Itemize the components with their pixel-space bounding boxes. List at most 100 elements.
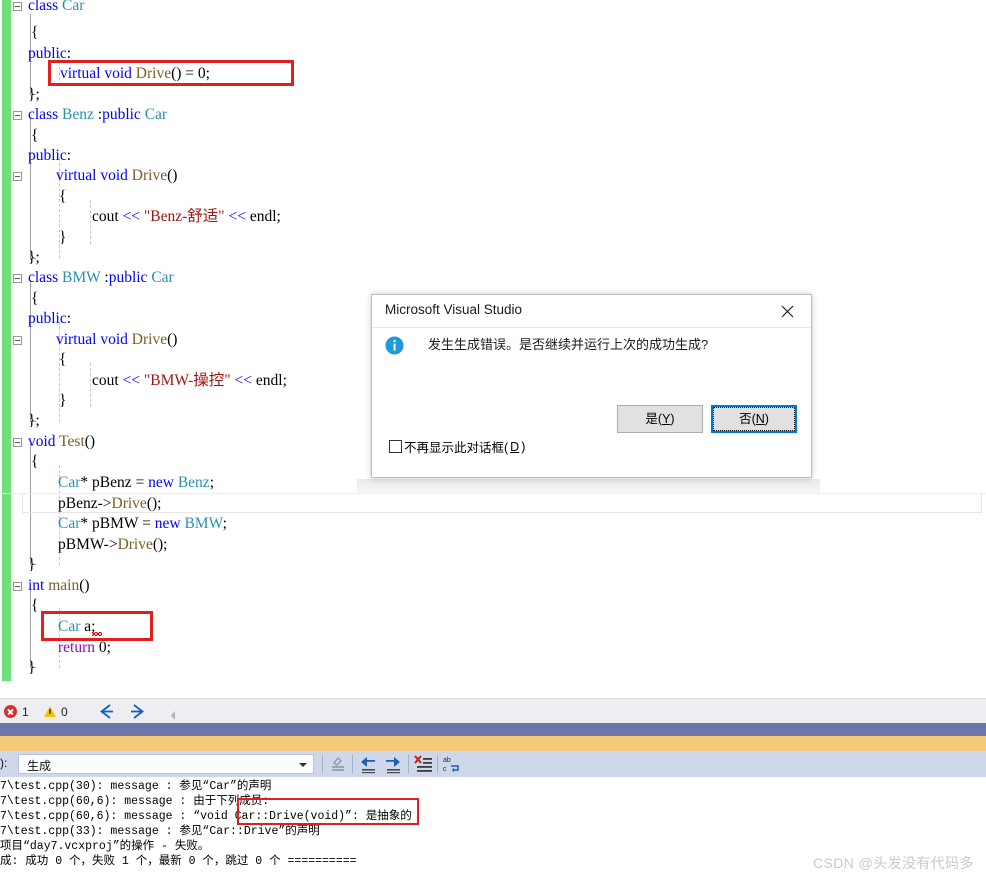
code-token: { [31,24,39,41]
code-token: class [28,106,63,123]
dialog-title-bar: Microsoft Visual Studio [372,295,811,328]
code-token: ; [276,208,281,225]
code-line: public: [0,309,71,329]
code-line: } [0,228,66,248]
code-token: pBMW [58,536,104,553]
code-line: }; [0,248,40,268]
code-token: : [66,147,72,164]
code-token: void [28,433,60,450]
code-token: new [148,474,178,491]
code-token: }; [28,412,40,429]
error-list-bar[interactable]: 1 0 [0,698,986,724]
code-line: virtual void Drive() [0,166,177,186]
code-line: Car* pBenz = new Benz; [0,473,214,493]
code-token: Test [59,433,85,450]
output-toolbar[interactable]: ): 生成 ab c [0,751,986,777]
close-icon[interactable] [771,298,805,324]
code-line: } [0,391,66,411]
no-button[interactable]: 否(N) [711,405,797,433]
output-line: 7\test.cpp(60,6): message : 由于下列成员: [0,795,270,808]
checkbox-label-key: D [510,439,520,454]
output-line: 成: 成功 0 个，失败 1 个，最新 0 个，跳过 0 个 =========… [0,855,357,868]
error-count-item[interactable]: 1 [4,699,29,724]
visual-studio-dialog[interactable]: Microsoft Visual Studio 发生生成错误。是否继续并运行上次… [371,294,812,478]
code-token: "BMW-操控" [143,372,231,389]
code-token: () [84,433,96,450]
code-token: class [28,269,63,286]
checkbox-label-tail: ) [521,439,526,454]
code-token: { [31,127,39,144]
code-line: cout << "BMW-操控" << endl; [0,371,287,391]
output-line: 项目“day7.vcxproj”的操作 - 失败。 [0,840,210,853]
code-token: Drive [131,167,168,184]
yes-button[interactable]: 是(Y) [617,405,703,433]
code-token: : [66,310,72,327]
code-token: << [230,372,256,389]
code-token: ; [209,474,214,491]
collapse-toggle-icon[interactable] [13,172,22,181]
collapse-toggle-icon[interactable] [13,582,22,591]
code-token: -> [103,536,118,553]
clear-all-icon[interactable] [328,754,348,774]
code-line: { [0,126,38,146]
checkbox-label: 不再显示此对话框( [404,441,509,455]
collapse-chevron-icon[interactable] [170,707,177,720]
code-token: pBMW [92,515,139,532]
code-token: BMW [184,515,223,532]
yes-button-tail: ) [670,412,675,426]
code-token: } [28,659,36,676]
code-token: return [58,639,99,656]
go-to-next-message-icon[interactable] [383,754,403,774]
code-token: virtual [56,331,101,348]
chevron-down-icon[interactable] [299,763,307,767]
warning-icon [44,706,56,717]
code-token: "Benz-舒适" [143,208,225,225]
dont-show-again-checkbox[interactable]: 不再显示此对话框(D) [389,437,525,456]
info-icon [385,336,405,356]
collapse-toggle-icon[interactable] [13,2,22,11]
code-line: }; [0,411,40,431]
collapse-toggle-icon[interactable] [13,336,22,345]
toolbar-divider [322,755,323,773]
code-token: ; [106,639,111,656]
toolbar-divider [408,755,409,773]
code-token: } [59,392,67,409]
svg-text:c: c [443,766,447,773]
collapse-toggle-icon[interactable] [13,111,22,120]
code-token: * [80,515,93,532]
clear-output-icon[interactable] [414,754,434,774]
output-source-select[interactable]: 生成 [18,754,314,774]
current-line-highlight [22,493,982,513]
code-line: virtual void Drive() [0,330,177,350]
code-token: cout [92,372,123,389]
panel-accent-bar [0,723,986,736]
previous-error-icon[interactable] [96,702,118,721]
code-token: class [28,0,63,14]
warning-count-item[interactable]: 0 [44,699,68,724]
code-token: { [31,597,39,614]
error-icon [4,705,17,718]
code-token: cout [92,208,123,225]
code-token: << [224,208,250,225]
toolbar-divider [352,755,353,773]
editor-divider [0,493,986,494]
go-to-previous-message-icon[interactable] [358,754,378,774]
toggle-word-wrap-icon[interactable]: ab c [442,754,462,774]
next-error-icon[interactable] [126,702,148,721]
code-token: * [80,474,93,491]
collapse-toggle-icon[interactable] [13,438,22,447]
collapse-toggle-icon[interactable] [13,274,22,283]
code-token: << [122,208,144,225]
code-token: main [48,577,80,594]
code-line: { [0,350,66,370]
checkbox-box[interactable] [389,440,402,453]
code-token: Drive [117,536,153,553]
code-token: Car [151,269,174,286]
code-token: { [59,188,67,205]
code-token: virtual [56,167,101,184]
code-token: public [102,106,145,123]
code-line: virtual void Drive() = 0; [0,64,210,84]
code-line: Car a; [0,617,95,637]
error-squiggle [92,632,102,636]
code-line: return 0; [0,638,111,658]
